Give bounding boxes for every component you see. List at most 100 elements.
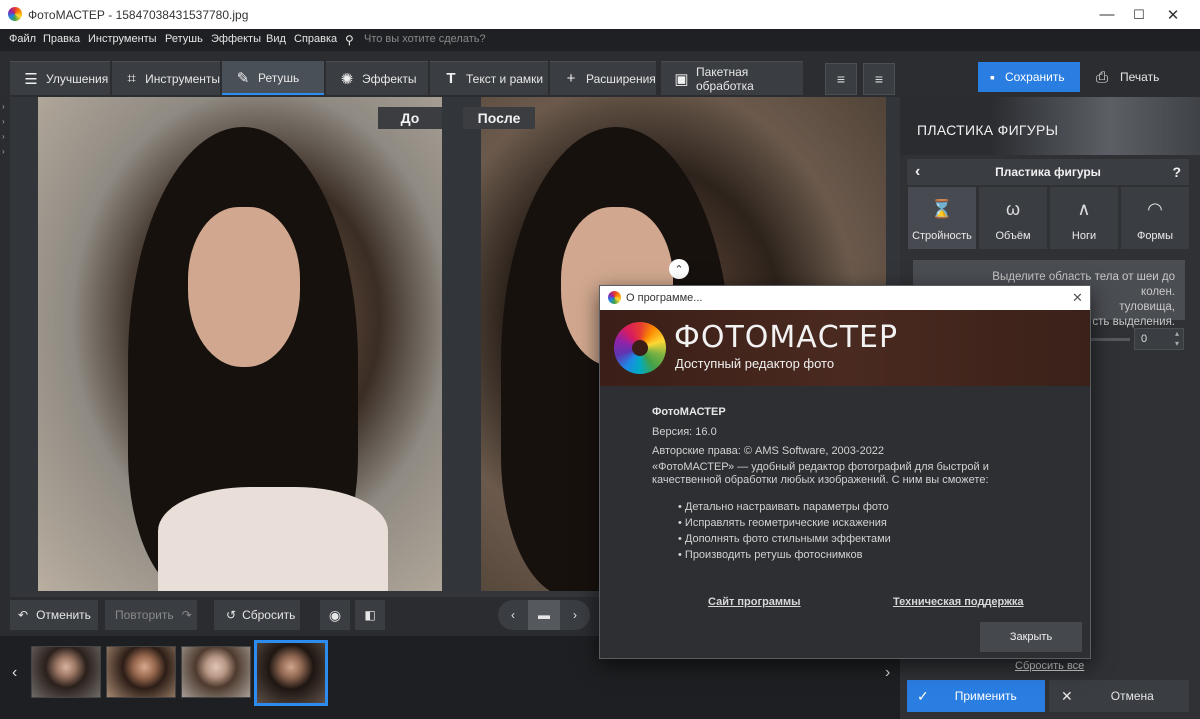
waist-icon: ⌛ bbox=[930, 199, 954, 219]
menu-effects[interactable]: Эффекты bbox=[211, 33, 261, 45]
tab-label: Объём bbox=[995, 230, 1031, 242]
copyright-text: Авторские права: © AMS Software, 2003-20… bbox=[652, 445, 885, 457]
logo-text: ФОТОМАСТЕР bbox=[674, 320, 899, 355]
compare-icon[interactable]: ◧ bbox=[355, 600, 385, 630]
print-button[interactable]: ⎙ Печать bbox=[1084, 62, 1184, 92]
thumbnail-selected[interactable] bbox=[254, 640, 328, 706]
dialog-close-icon[interactable]: ✕ bbox=[1072, 290, 1083, 306]
tab-extensions[interactable]: + Расширения bbox=[550, 61, 656, 95]
crop-icon: ⌗ bbox=[127, 70, 136, 87]
reset-button[interactable]: ↺ Сбросить bbox=[214, 600, 300, 630]
tagline: Доступный редактор фото bbox=[675, 356, 835, 371]
before-photo bbox=[38, 97, 442, 591]
description-text: «ФотоМАСТЕР» — удобный редактор фотограф… bbox=[652, 461, 989, 473]
scroll-left-icon[interactable]: ‹ bbox=[12, 664, 17, 682]
menu-tools[interactable]: Инструменты bbox=[88, 33, 157, 45]
website-link[interactable]: Сайт программы bbox=[708, 596, 801, 608]
back-icon[interactable]: ‹ bbox=[915, 163, 920, 181]
reset-label: Сбросить bbox=[242, 608, 296, 622]
folder-icon[interactable]: ▬ bbox=[528, 600, 560, 630]
tab-retouch[interactable]: ✎ Ретушь bbox=[222, 61, 324, 95]
floppy-icon: ▪ bbox=[990, 69, 995, 85]
thumbnail[interactable] bbox=[31, 646, 101, 698]
support-link[interactable]: Техническая поддержка bbox=[893, 596, 1024, 608]
arm-icon: ◠ bbox=[1147, 199, 1163, 219]
slider-value-input[interactable]: 0 ▴ ▾ bbox=[1134, 328, 1184, 350]
redo-button[interactable]: Повторить ↷ bbox=[105, 600, 197, 630]
tab-text-frames[interactable]: T Текст и рамки bbox=[430, 61, 548, 95]
spinner-icon[interactable]: ▴ ▾ bbox=[1175, 329, 1179, 349]
left-collapse-strip[interactable]: › › › › bbox=[0, 97, 10, 637]
plus-icon: + bbox=[566, 70, 576, 87]
after-label: После bbox=[463, 107, 535, 129]
undo-label: Отменить bbox=[36, 608, 91, 622]
drag-handle-icon[interactable]: ⌃ bbox=[669, 259, 689, 279]
close-icon: ✕ bbox=[1061, 687, 1073, 704]
save-button[interactable]: ▪ Сохранить bbox=[978, 62, 1080, 92]
eye-icon[interactable]: ◉ bbox=[320, 600, 350, 630]
before-label: До bbox=[378, 107, 442, 129]
version-text: Версия: 16.0 bbox=[652, 426, 717, 438]
menu-edit[interactable]: Правка bbox=[43, 33, 80, 45]
redo-label: Повторить bbox=[115, 608, 174, 622]
menu-help[interactable]: Справка bbox=[294, 33, 337, 45]
tab-label: Стройность bbox=[912, 230, 972, 242]
apply-button[interactable]: ✓ Применить bbox=[907, 680, 1045, 712]
menu-bar: Файл Правка Инструменты Ретушь Эффекты В… bbox=[0, 29, 1200, 51]
cancel-label: Отмена bbox=[1110, 689, 1154, 703]
reset-all-link[interactable]: Сбросить все bbox=[1015, 660, 1084, 672]
redo-icon: ↷ bbox=[181, 608, 192, 622]
tab-shapes[interactable]: ◠ Формы bbox=[1121, 187, 1189, 249]
batch-processing-button[interactable]: ▣ Пакетная обработка bbox=[661, 61, 803, 95]
undo-button[interactable]: ↶ Отменить bbox=[10, 600, 98, 630]
panel-title: ПЛАСТИКА ФИГУРЫ bbox=[917, 122, 1059, 138]
panel-header: ПЛАСТИКА ФИГУРЫ bbox=[900, 97, 1200, 155]
next-arrow-icon[interactable]: › bbox=[560, 600, 590, 630]
close-window-button[interactable]: ✕ bbox=[1150, 0, 1196, 29]
app-logo-icon bbox=[8, 7, 22, 21]
logo-center bbox=[632, 340, 648, 356]
legs-icon: ∧ bbox=[1077, 199, 1091, 219]
chest-icon: ω bbox=[1005, 199, 1021, 219]
search-input[interactable]: Что вы хотите сделать? bbox=[364, 33, 486, 45]
scroll-right-icon[interactable]: › bbox=[885, 664, 890, 682]
tab-volume[interactable]: ω Объём bbox=[979, 187, 1047, 249]
images-icon: ▣ bbox=[674, 70, 689, 88]
about-dialog: О программе... ✕ ФОТОМАСТЕР Доступный ре… bbox=[599, 285, 1091, 659]
tab-legs[interactable]: ∧ Ноги bbox=[1050, 187, 1118, 249]
tab-label: Расширения bbox=[586, 71, 656, 86]
menu-file[interactable]: Файл bbox=[9, 33, 36, 45]
panel-subheader: ‹ Пластика фигуры ? bbox=[907, 159, 1189, 185]
chevron-right-icon: › › › › bbox=[2, 102, 5, 156]
apply-label: Применить bbox=[954, 689, 1017, 703]
slider-track[interactable] bbox=[1090, 338, 1130, 341]
thumbnail[interactable] bbox=[181, 646, 251, 698]
feature-item: • Производить ретушь фотоснимков bbox=[678, 549, 863, 561]
tab-label: Ноги bbox=[1071, 230, 1097, 242]
tab-label: Эффекты bbox=[362, 71, 417, 86]
tab-enhance[interactable]: ☰ Улучшения bbox=[10, 61, 110, 95]
text-icon: T bbox=[446, 70, 456, 87]
add-layer-icon[interactable]: ≡ bbox=[825, 63, 857, 95]
dialog-close-button[interactable]: Закрыть bbox=[980, 622, 1082, 652]
feature-item: • Исправлять геометрические искажения bbox=[678, 517, 887, 529]
tab-effects[interactable]: ✺ Эффекты bbox=[326, 61, 428, 95]
reset-icon: ↺ bbox=[226, 608, 237, 622]
panel-subtitle: Пластика фигуры bbox=[995, 165, 1101, 179]
description-text: качественной обработки любых изображений… bbox=[652, 474, 989, 486]
help-icon[interactable]: ? bbox=[1172, 164, 1181, 180]
prev-arrow-icon[interactable]: ‹ bbox=[498, 600, 528, 630]
thumbnail[interactable] bbox=[106, 646, 176, 698]
slider-value: 0 bbox=[1141, 333, 1148, 345]
tab-tools[interactable]: ⌗ Инструменты bbox=[112, 61, 220, 95]
check-icon: ✓ bbox=[917, 687, 929, 704]
tab-slimness[interactable]: ⌛ Стройность bbox=[908, 187, 976, 249]
tab-label: Инструменты bbox=[145, 71, 220, 86]
window-title: ФотоМАСТЕР - 15847038431537780.jpg bbox=[28, 8, 249, 22]
remove-layer-icon[interactable]: ≡ bbox=[863, 63, 895, 95]
menu-view[interactable]: Вид bbox=[266, 33, 286, 45]
cancel-button[interactable]: ✕ Отмена bbox=[1049, 680, 1189, 712]
menu-retouch[interactable]: Ретушь bbox=[165, 33, 203, 45]
feature-item: • Детально настраивать параметры фото bbox=[678, 501, 889, 513]
product-name: ФотоМАСТЕР bbox=[652, 406, 726, 418]
